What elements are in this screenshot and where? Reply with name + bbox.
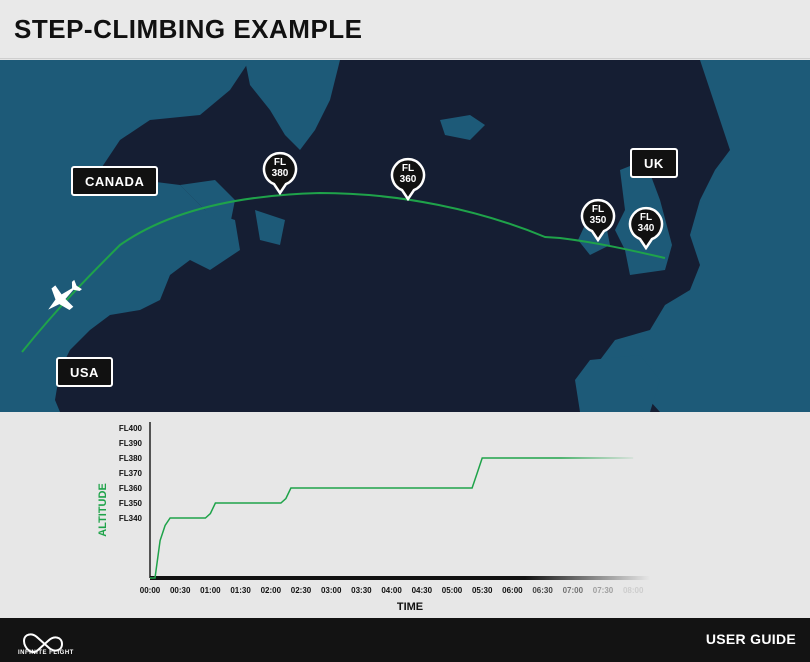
x-tick-label: 05:00 [442,586,463,595]
x-tick-label: 00:30 [170,586,191,595]
x-axis [150,576,650,580]
x-tick-label: 07:00 [563,586,584,595]
x-tick-label: 03:00 [321,586,342,595]
x-tick-label: 02:00 [261,586,282,595]
pin-value: 360 [399,174,417,185]
flight-level-pin: FL 380 [262,151,298,195]
route-map: CANADA USA UK FL 380 FL 360 FL 350 FL 340 [0,60,810,412]
flight-level-pin: FL 350 [580,198,616,242]
altitude-chart-svg: FL400 FL390 FL380 FL370 FL360 FL350 FL340 00:0… [97,422,650,613]
map-canvas [0,60,810,412]
altitude-chart: FL400 FL390 FL380 FL370 FL360 FL350 FL340 00:0… [0,412,810,618]
y-tick-label: FL370 [119,469,143,478]
footer-bar: INFINITE FLIGHT USER GUIDE [0,618,810,662]
x-tick-label: 04:30 [412,586,433,595]
y-tick-label: FL380 [119,454,143,463]
brand-name: INFINITE FLIGHT [18,650,74,656]
x-tick-label: 06:00 [502,586,523,595]
x-tick-label: 00:00 [140,586,161,595]
pin-value: 350 [589,215,607,226]
x-tick-label: 04:00 [381,586,402,595]
y-axis-title: ALTITUDE [97,483,109,537]
x-tick-label: 08:00 [623,586,644,595]
x-tick-label: 05:30 [472,586,493,595]
x-tick-label: 06:30 [532,586,553,595]
pin-fl: FL [273,157,287,168]
y-tick-label: FL340 [119,514,143,523]
x-tick-label: 03:30 [351,586,372,595]
label-usa: USA [56,357,113,387]
pin-fl: FL [401,163,415,174]
altitude-series-line [150,457,634,579]
y-tick-label: FL360 [119,484,143,493]
x-tick-label: 02:30 [291,586,312,595]
y-tick-label: FL350 [119,499,143,508]
pin-value: 380 [271,168,289,179]
flight-level-pin: FL 360 [390,157,426,201]
pin-value: 340 [637,223,655,234]
x-axis-title: TIME [397,601,423,613]
label-canada: CANADA [71,166,159,196]
pin-fl: FL [591,204,605,215]
header-bar: STEP-CLIMBING EXAMPLE [0,0,810,59]
flight-level-pin: FL 340 [628,206,664,250]
x-tick-label: 01:00 [200,586,221,595]
pin-fl: FL [639,212,653,223]
page-title: STEP-CLIMBING EXAMPLE [14,14,363,44]
label-uk: UK [630,148,678,178]
y-tick-label: FL390 [119,439,143,448]
user-guide-label: USER GUIDE [705,631,796,647]
x-tick-label: 01:30 [230,586,251,595]
x-tick-label: 07:30 [593,586,614,595]
y-tick-label: FL400 [119,424,143,433]
